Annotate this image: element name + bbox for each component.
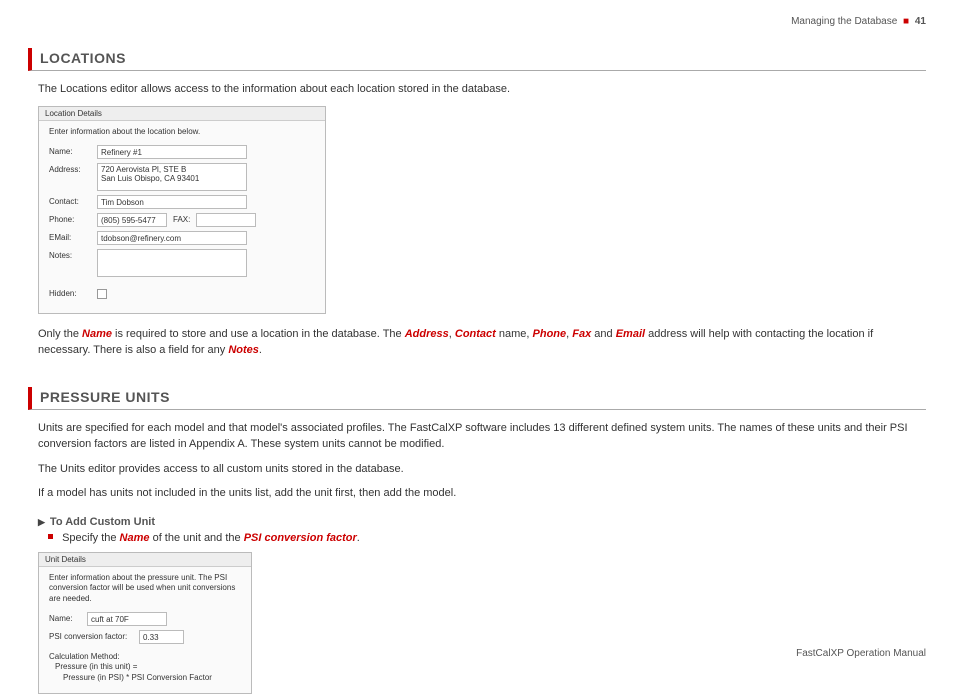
contact-field[interactable]: Tim Dobson: [97, 195, 247, 209]
dialog-instruction: Enter information about the location bel…: [49, 127, 315, 137]
dialog-title: Location Details: [39, 107, 325, 121]
contact-label: Contact:: [49, 195, 97, 206]
header-bullet: ■: [903, 16, 909, 27]
hidden-label: Hidden:: [49, 287, 97, 298]
address-field[interactable]: 720 Aerovista Pl, STE B San Luis Obispo,…: [97, 163, 247, 191]
phone-field[interactable]: (805) 595-5477: [97, 213, 167, 227]
unit-dialog-instruction: Enter information about the pressure uni…: [49, 573, 241, 604]
fax-field[interactable]: [196, 213, 256, 227]
pressure-p2: The Units editor provides access to all …: [38, 461, 926, 478]
name-label: Name:: [49, 145, 97, 156]
calc-method: Calculation Method: Pressure (in this un…: [49, 652, 241, 683]
location-details-dialog: Location Details Enter information about…: [38, 106, 326, 314]
page-footer: FastCalXP Operation Manual: [796, 648, 926, 659]
name-field[interactable]: Refinery #1: [97, 145, 247, 159]
page-header: Managing the Database ■ 41: [791, 16, 926, 27]
unit-name-field[interactable]: cuft at 70F: [87, 612, 167, 626]
unit-details-dialog: Unit Details Enter information about the…: [38, 552, 252, 694]
locations-note: Only the Name is required to store and u…: [38, 326, 926, 359]
header-section: Managing the Database: [791, 16, 897, 27]
locations-heading: LOCATIONS: [28, 48, 926, 71]
address-label: Address:: [49, 163, 97, 174]
notes-label: Notes:: [49, 249, 97, 260]
psi-label: PSI conversion factor:: [49, 630, 139, 641]
add-custom-unit-subhead: ▶To Add Custom Unit: [38, 516, 926, 528]
email-label: EMail:: [49, 231, 97, 242]
notes-field[interactable]: [97, 249, 247, 277]
pressure-p1: Units are specified for each model and t…: [38, 420, 926, 453]
unit-dialog-title: Unit Details: [39, 553, 251, 567]
phone-label: Phone:: [49, 213, 97, 224]
unit-name-label: Name:: [49, 612, 87, 623]
email-field[interactable]: tdobson@refinery.com: [97, 231, 247, 245]
pressure-p3: If a model has units not included in the…: [38, 485, 926, 502]
pressure-heading: PRESSURE UNITS: [28, 387, 926, 410]
hidden-checkbox[interactable]: [97, 289, 107, 299]
locations-intro: The Locations editor allows access to th…: [38, 81, 926, 98]
add-unit-bullet: Specify the Name of the unit and the PSI…: [48, 532, 926, 544]
header-page: 41: [915, 16, 926, 27]
fax-label: FAX:: [173, 213, 190, 224]
triangle-icon: ▶: [38, 517, 45, 527]
psi-field[interactable]: 0.33: [139, 630, 184, 644]
